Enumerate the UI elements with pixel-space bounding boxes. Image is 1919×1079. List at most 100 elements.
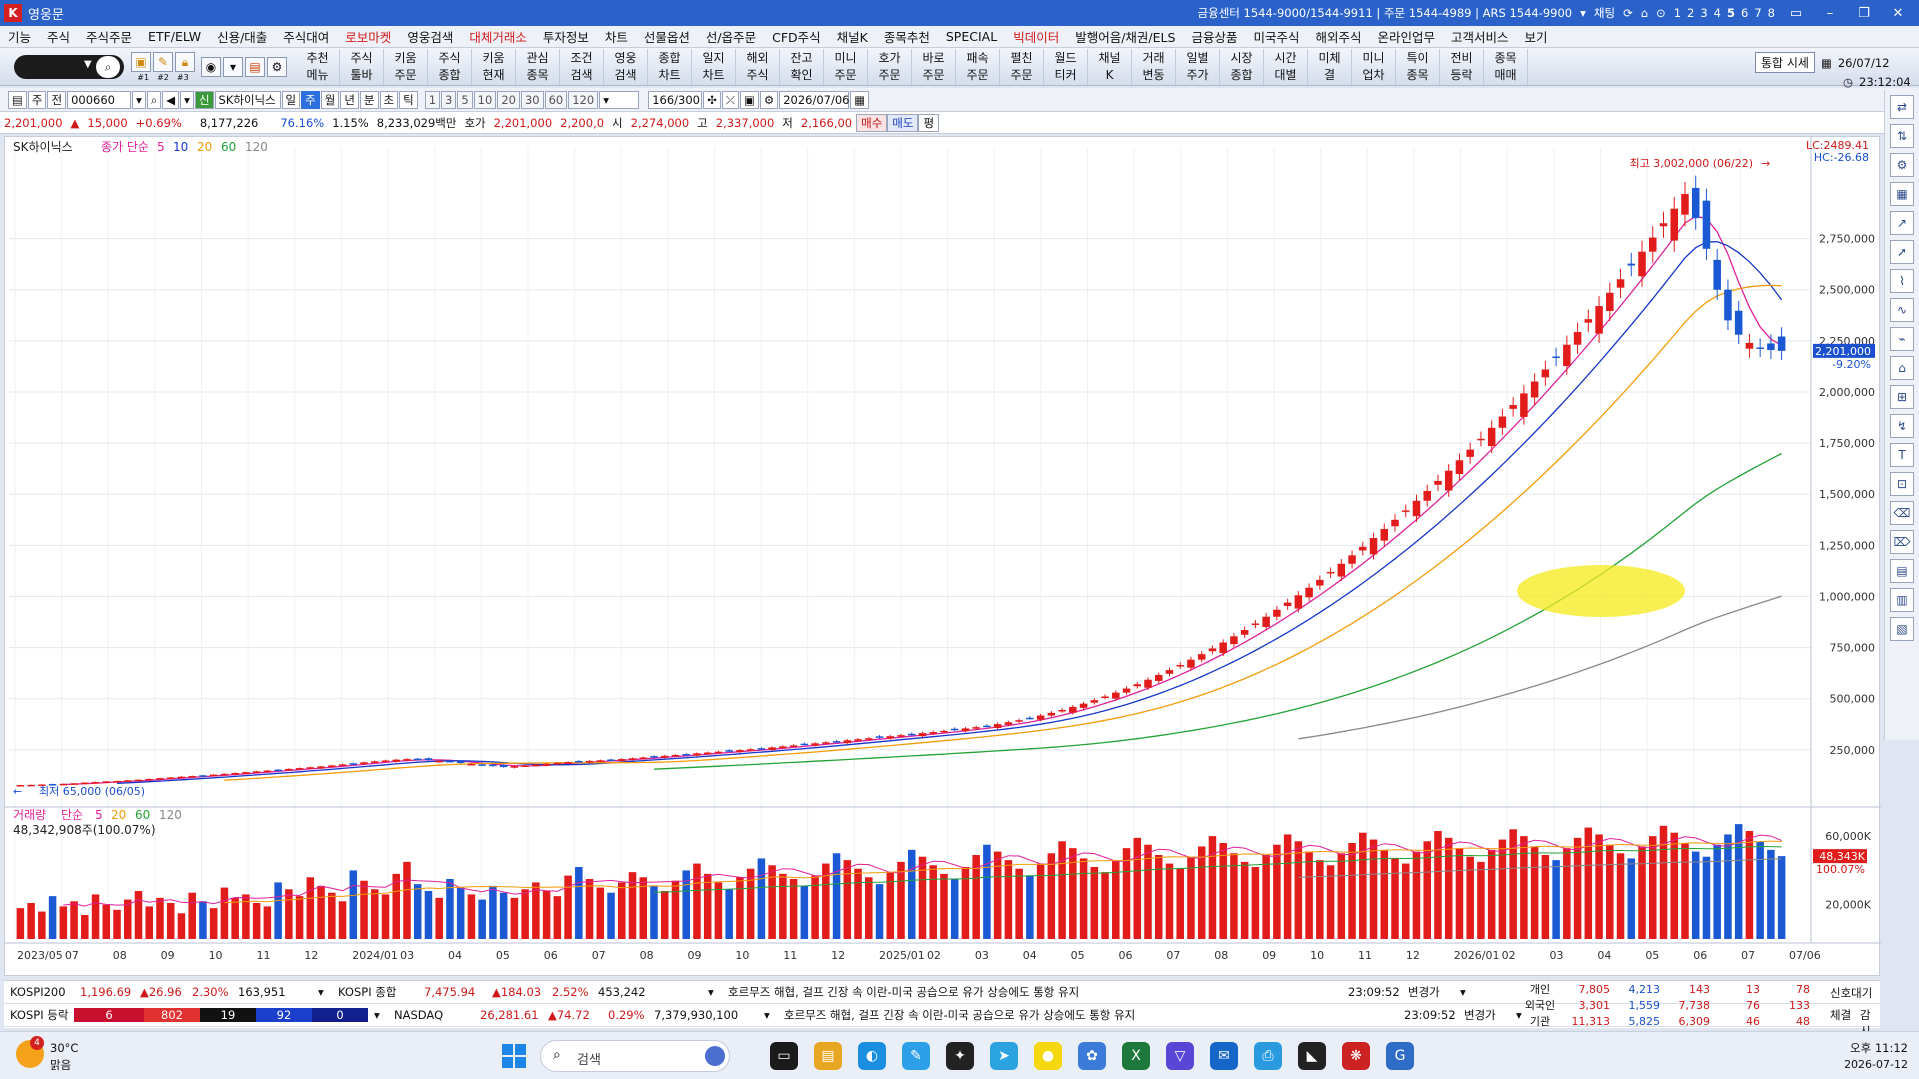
gear-icon[interactable]: ⚙ <box>267 56 287 77</box>
search-icon[interactable]: ⌕ <box>146 90 162 109</box>
chart-tool-icon[interactable]: ⇄ <box>1890 95 1914 119</box>
kiwoom-icon[interactable]: ❋ <box>1342 1042 1370 1070</box>
toolbar-button[interactable]: 미체 결 <box>1308 48 1352 85</box>
home-icon[interactable]: ⌂ <box>1641 6 1648 20</box>
windows-start-icon[interactable] <box>502 1044 526 1068</box>
monitor-icon[interactable]: ▤ <box>245 56 265 77</box>
quick-search-combo[interactable]: ▼ ⌕ <box>14 54 124 79</box>
toolbar-button[interactable]: 주식 툴바 <box>340 48 384 85</box>
menu-item[interactable]: 영웅검색 <box>399 27 461 46</box>
period-tab[interactable]: 년 <box>340 90 359 109</box>
toolbar-button[interactable]: 호가 주문 <box>868 48 912 85</box>
search-icon[interactable]: ⌕ <box>96 55 120 78</box>
buy-button[interactable]: 매수 <box>856 113 888 132</box>
toolbar-button[interactable]: 종목 매매 <box>1484 48 1528 85</box>
pen-icon[interactable]: ✎ <box>153 51 173 72</box>
interval-button[interactable]: 3 <box>441 90 457 109</box>
arrow-icon[interactable]: ▾ <box>180 90 194 109</box>
menu-item[interactable]: CFD주식 <box>764 27 829 46</box>
toolbar-button[interactable]: 추천 메뉴 <box>296 48 340 85</box>
file-folder-icon[interactable]: ▤ <box>814 1042 842 1070</box>
dropdown-icon[interactable]: ▾ <box>223 56 243 77</box>
menu-item[interactable]: 차트 <box>597 27 636 46</box>
interval-dropdown[interactable]: ▾ <box>599 90 640 109</box>
period-tab[interactable]: 초 <box>379 90 399 109</box>
menu-item[interactable]: 로보마켓 <box>337 27 399 46</box>
toolbar-button[interactable]: 키움 주문 <box>384 48 428 85</box>
period-tab[interactable]: 월 <box>320 90 340 109</box>
interval-button[interactable]: 10 <box>473 90 497 109</box>
crosshair-icon[interactable]: ✣ <box>703 90 721 109</box>
chart-area[interactable]: 2,750,000 2,500,000 2,250,000 2,000,000 1,75… <box>4 136 1881 976</box>
photos-icon[interactable]: ✿ <box>1078 1042 1106 1070</box>
toolbar-button[interactable]: 종합 차트 <box>648 48 692 85</box>
toolbar-button[interactable]: 바로 주문 <box>912 48 956 85</box>
page-4[interactable]: 4 <box>1714 6 1721 20</box>
save-icon[interactable]: ▣ <box>740 90 759 109</box>
toolbar-button[interactable]: 전비 등락 <box>1440 48 1484 85</box>
restore-icon[interactable]: ▭ <box>1783 6 1809 21</box>
chevron-down-icon[interactable]: ▾ <box>1454 985 1470 999</box>
menu-item[interactable]: 선물옵션 <box>636 27 698 46</box>
ticker-name-2[interactable]: KOSPI 종합 <box>332 984 418 1000</box>
data-count[interactable]: 166/300 <box>648 90 703 109</box>
chart-tool-icon[interactable]: ∿ <box>1890 298 1914 322</box>
toolbar-button[interactable]: 시간 대별 <box>1264 48 1308 85</box>
chart-tool-icon[interactable]: ↯ <box>1890 414 1914 438</box>
toolbar-button[interactable]: 주식 종합 <box>428 48 472 85</box>
interval-button[interactable]: 60 <box>544 90 568 109</box>
ticker-name-2[interactable]: NASDAQ <box>388 1008 474 1022</box>
calendar-icon[interactable]: ▦ <box>850 90 870 109</box>
menu-item[interactable]: 보기 <box>1517 27 1556 46</box>
lock-icon[interactable]: 🔒︎ <box>175 51 195 72</box>
page-8[interactable]: 8 <box>1768 6 1775 20</box>
toolbar-button[interactable]: 채널 K <box>1088 48 1132 85</box>
ticker-name[interactable]: KOSPI200 <box>4 985 74 999</box>
edge-icon[interactable]: ◐ <box>858 1042 886 1070</box>
menu-item[interactable]: 주식대여 <box>275 27 337 46</box>
chart-tool-icon[interactable]: ⚙ <box>1890 153 1914 177</box>
chevron-down-icon[interactable]: ▾ <box>1580 6 1586 20</box>
interval-button[interactable]: 20 <box>497 90 520 109</box>
interval-button[interactable]: 30 <box>520 90 544 109</box>
chat-label[interactable]: 채팅 <box>1594 5 1615 21</box>
menu-item[interactable]: ETF/ELW <box>140 29 209 44</box>
menu-item[interactable]: 주식 <box>39 27 78 46</box>
period-tab[interactable]: 분 <box>359 90 379 109</box>
menu-item[interactable]: 해외주식 <box>1307 27 1369 46</box>
period-tab[interactable]: 주 <box>301 90 320 109</box>
toolbar-button[interactable]: 미니 업차 <box>1352 48 1396 85</box>
toolbar-button[interactable]: 관심 종목 <box>516 48 560 85</box>
chart-tool-icon[interactable]: ⊡ <box>1890 472 1914 496</box>
speaker-icon[interactable]: ◀ <box>162 90 180 109</box>
exec-label[interactable]: 체결 <box>1830 1007 1851 1023</box>
printer-icon[interactable]: ⎙ <box>1254 1042 1282 1070</box>
chart-tool-icon[interactable]: ➚ <box>1890 240 1914 264</box>
menu-item[interactable]: SPECIAL <box>938 29 1005 44</box>
capcut-icon[interactable]: ◣ <box>1298 1042 1326 1070</box>
menu-item[interactable]: 고객서비스 <box>1443 27 1517 46</box>
menu-item[interactable]: 기능 <box>0 27 39 46</box>
toolbar-button[interactable]: 시장 종합 <box>1220 48 1264 85</box>
explorer-icon[interactable]: ▭ <box>770 1042 798 1070</box>
chart-tool-icon[interactable]: T <box>1890 443 1914 467</box>
menu-item[interactable]: 발행어음/채권/ELS <box>1067 27 1183 46</box>
toolbar-button[interactable]: 일별 주가 <box>1176 48 1220 85</box>
interval-button[interactable]: 1 <box>424 90 441 109</box>
layout-icon[interactable]: ▤ <box>8 90 27 109</box>
chart-tool-icon[interactable]: ▤ <box>1890 559 1914 583</box>
toolbar-button[interactable]: 월드 티커 <box>1044 48 1088 85</box>
camera-icon[interactable]: ◉ <box>201 56 221 77</box>
mode2-select[interactable]: 전 <box>47 90 67 109</box>
settings-icon[interactable]: ⚙ <box>759 90 779 109</box>
page-1[interactable]: 1 <box>1674 6 1681 20</box>
gmarket-icon[interactable]: G <box>1386 1042 1414 1070</box>
chart-tool-icon[interactable]: ⌦ <box>1890 530 1914 554</box>
outlook-icon[interactable]: ✉ <box>1210 1042 1238 1070</box>
chart-tool-icon[interactable]: ⊞ <box>1890 385 1914 409</box>
menu-item[interactable]: 선/옵주문 <box>698 27 764 46</box>
taskbar-search[interactable]: ⌕ 검색 <box>540 1040 730 1072</box>
toolbar-button[interactable]: 조건 검색 <box>560 48 604 85</box>
toolbar-button[interactable]: 잔고 확인 <box>780 48 824 85</box>
telegram-icon[interactable]: ➤ <box>990 1042 1018 1070</box>
